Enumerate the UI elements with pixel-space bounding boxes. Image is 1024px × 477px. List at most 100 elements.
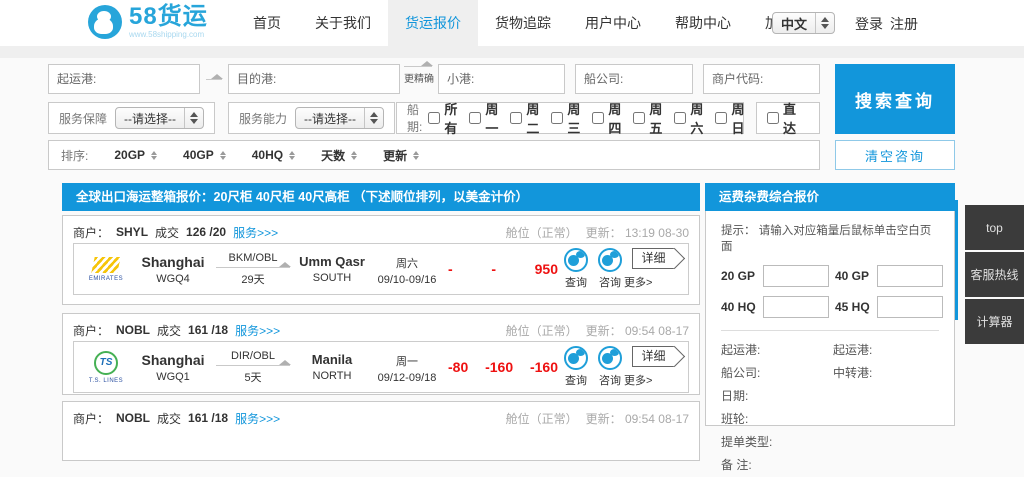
qty-input-20gp[interactable] <box>763 265 829 287</box>
login-link[interactable]: 登录 <box>855 14 883 34</box>
checkbox-icon[interactable] <box>715 112 727 124</box>
service-link[interactable]: 服务>>> <box>233 224 278 241</box>
carrier-logo: TS T.S. LINES <box>78 351 134 384</box>
sidebar-divider <box>721 330 939 331</box>
qty-input-45hq[interactable] <box>877 296 943 318</box>
origin-port-input[interactable] <box>48 64 200 94</box>
sort-label: 排序: <box>61 147 88 164</box>
quote-card: 商户： NOBL 成交 161 /18 服务>>> 舱位（正常） 更新： 09:… <box>62 401 700 461</box>
clear-button[interactable]: 清空咨询 <box>835 140 955 170</box>
qty-input-40gp[interactable] <box>877 265 943 287</box>
checkbox-icon[interactable] <box>469 112 481 124</box>
service-hotline-button[interactable]: 客服热线 <box>965 252 1024 297</box>
nav-about[interactable]: 关于我们 <box>298 0 388 46</box>
carrier-name: EMIRATES <box>78 276 134 282</box>
space-status: 舱位（正常） <box>506 224 578 241</box>
consult-action[interactable]: 咨询 <box>598 248 622 290</box>
merchant-code-input[interactable] <box>703 64 820 94</box>
nav-cargo-tracking[interactable]: 货物追踪 <box>478 0 568 46</box>
qty-label-40hq: 40 HQ <box>721 300 757 314</box>
checkbox-icon[interactable] <box>767 112 779 124</box>
deal-count: 161 /18 <box>188 411 228 425</box>
field-liner: 班轮: <box>721 408 833 431</box>
query-action[interactable]: 查询 <box>564 346 588 388</box>
detail-button[interactable]: 详细 <box>632 346 674 367</box>
floating-toolbar: top 客服热线 计算器 <box>965 205 1024 346</box>
direct-checkbox[interactable]: 直达 <box>767 99 809 137</box>
qty-label-40gp: 40 GP <box>835 269 871 283</box>
service-guarantee-select[interactable]: --请选择-- <box>115 107 204 129</box>
language-value: 中文 <box>781 14 807 33</box>
weekday-checkbox-all[interactable]: 所有 <box>428 99 463 137</box>
field-origin-port-2: 起运港: <box>833 339 872 362</box>
service-guarantee-value: --请选择-- <box>124 110 176 127</box>
globe-query-icon[interactable] <box>564 346 588 370</box>
weekday-checkbox-sun[interactable]: 周日 <box>715 99 750 137</box>
brand-logo[interactable]: 58货运 www.58shipping.com <box>88 5 208 39</box>
checkbox-icon[interactable] <box>510 112 522 124</box>
route-arrow-icon <box>216 365 290 366</box>
carrier-input[interactable] <box>575 64 693 94</box>
more-link[interactable]: 更多> <box>624 372 682 388</box>
deal-label: 成交 <box>155 224 179 241</box>
nav-help-center[interactable]: 帮助中心 <box>658 0 748 46</box>
price-group: - - 950 <box>444 261 562 277</box>
calculator-button[interactable]: 计算器 <box>965 299 1024 344</box>
service-link[interactable]: 服务>>> <box>235 410 280 427</box>
search-button[interactable]: 搜索查询 <box>835 64 955 134</box>
service-guarantee-label: 服务保障 <box>59 110 107 127</box>
service-ability-label: 服务能力 <box>239 110 287 127</box>
select-stepper-icon <box>815 13 834 33</box>
route-arrow-icon <box>206 79 222 80</box>
sort-updated[interactable]: 更新 <box>383 147 419 164</box>
query-action[interactable]: 查询 <box>564 248 588 290</box>
price-40gp: -160 <box>485 359 513 375</box>
qty-label-45hq: 45 HQ <box>835 300 871 314</box>
weekday-checkbox-mon[interactable]: 周一 <box>469 99 504 137</box>
sort-40gp[interactable]: 40GP <box>183 148 226 162</box>
checkbox-icon[interactable] <box>674 112 686 124</box>
destination-port-input[interactable] <box>228 64 400 94</box>
qty-input-40hq[interactable] <box>763 296 829 318</box>
nav-user-center[interactable]: 用户中心 <box>568 0 658 46</box>
origin-terminal: WGQ4 <box>134 273 212 285</box>
language-select[interactable]: 中文 <box>772 12 835 34</box>
globe-consult-icon[interactable] <box>598 248 622 272</box>
weekday-checkbox-tue[interactable]: 周二 <box>510 99 545 137</box>
more-link[interactable]: 更多> <box>624 274 682 290</box>
schedule-label: 船期: <box>407 101 422 135</box>
globe-consult-icon[interactable] <box>598 346 622 370</box>
detail-button[interactable]: 详细 <box>632 248 674 269</box>
consult-action[interactable]: 咨询 <box>598 346 622 388</box>
merchant-code: SHYL <box>116 225 148 239</box>
back-to-top-button[interactable]: top <box>965 205 1024 250</box>
checkbox-icon[interactable] <box>551 112 563 124</box>
checkbox-icon[interactable] <box>428 112 440 124</box>
direct-group: 直达 <box>756 102 820 134</box>
weekday-checkbox-thu[interactable]: 周四 <box>592 99 627 137</box>
route-arrow-icon <box>216 267 290 268</box>
sort-days[interactable]: 天数 <box>321 147 357 164</box>
checkbox-icon[interactable] <box>592 112 604 124</box>
origin-port: Shanghai <box>134 352 212 368</box>
service-ability-select[interactable]: --请选择-- <box>295 107 384 129</box>
weekday-checkbox-sat[interactable]: 周六 <box>674 99 709 137</box>
weekday-checkbox-fri[interactable]: 周五 <box>633 99 668 137</box>
price-group: -80 -160 -160 <box>444 359 562 375</box>
register-link[interactable]: 注册 <box>890 14 918 34</box>
service-link[interactable]: 服务>>> <box>235 322 280 339</box>
globe-query-icon[interactable] <box>564 248 588 272</box>
sidebar-hint: 提示： 请输入对应箱量后鼠标单击空白页面 <box>721 222 939 254</box>
nav-freight-quotes[interactable]: 货运报价 <box>388 0 478 46</box>
field-remark: 备 注: <box>721 454 833 477</box>
sort-40hq[interactable]: 40HQ <box>252 148 295 162</box>
checkbox-icon[interactable] <box>633 112 645 124</box>
price-40hq: -160 <box>530 359 558 375</box>
service-guarantee-group: 服务保障 --请选择-- <box>48 102 215 134</box>
nav-home[interactable]: 首页 <box>236 0 298 46</box>
minor-port-input[interactable] <box>438 64 565 94</box>
refine-toggle[interactable]: 更精确 <box>404 66 434 85</box>
sort-20gp[interactable]: 20GP <box>114 148 157 162</box>
sort-bar: 排序: 20GP 40GP 40HQ 天数 更新 <box>48 140 820 170</box>
weekday-checkbox-wed[interactable]: 周三 <box>551 99 586 137</box>
